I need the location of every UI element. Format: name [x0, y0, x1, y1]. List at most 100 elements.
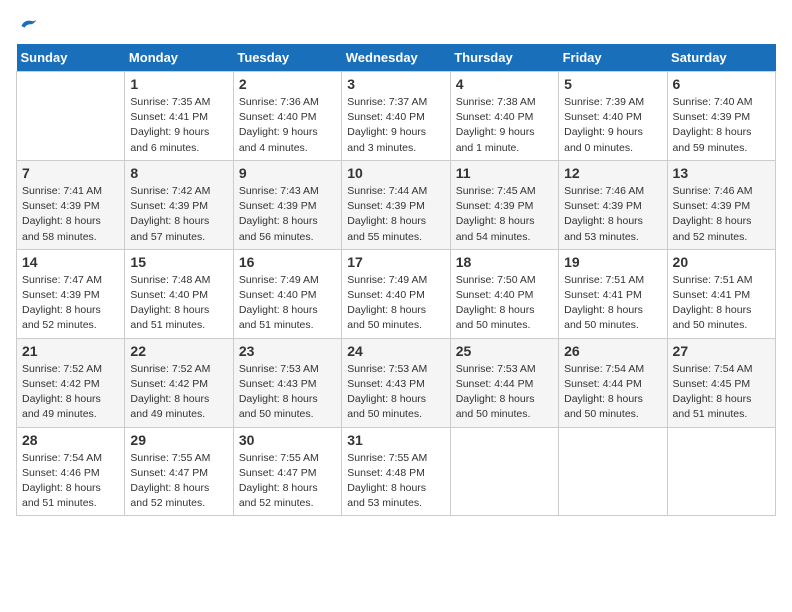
calendar-cell — [17, 72, 125, 161]
calendar-cell: 2 Sunrise: 7:36 AM Sunset: 4:40 PM Daylig… — [233, 72, 341, 161]
day-info: Sunrise: 7:52 AM Sunset: 4:42 PM Dayligh… — [130, 362, 227, 423]
day-number: 25 — [456, 343, 553, 359]
day-info: Sunrise: 7:38 AM Sunset: 4:40 PM Dayligh… — [456, 95, 553, 156]
calendar-cell: 20Sunrise: 7:51 AM Sunset: 4:41 PM Dayli… — [667, 249, 775, 338]
day-info: Sunrise: 7:37 AM Sunset: 4:40 PM Dayligh… — [347, 95, 444, 156]
day-info: Sunrise: 7:48 AM Sunset: 4:40 PM Dayligh… — [130, 273, 227, 334]
calendar-table: SundayMondayTuesdayWednesdayThursdayFrid… — [16, 44, 776, 516]
calendar-cell: 28 Sunrise: 7:54 AM Sunset: 4:46 PM Dayli… — [17, 427, 125, 516]
calendar-cell: 30 Sunrise: 7:55 AM Sunset: 4:47 PM Dayli… — [233, 427, 341, 516]
day-info: Sunrise: 7:41 AM Sunset: 4:39 PM Dayligh… — [22, 184, 119, 245]
day-info: Sunrise: 7:46 AM Sunset: 4:39 PM Dayligh… — [673, 184, 770, 245]
calendar-cell: 4 Sunrise: 7:38 AM Sunset: 4:40 PM Daylig… — [450, 72, 558, 161]
header-sunday: Sunday — [17, 44, 125, 72]
calendar-cell: 7 Sunrise: 7:41 AM Sunset: 4:39 PM Daylig… — [17, 160, 125, 249]
week-row-0: 1 Sunrise: 7:35 AM Sunset: 4:41 PM Daylig… — [17, 72, 776, 161]
day-info: Sunrise: 7:51 AM Sunset: 4:41 PM Dayligh… — [564, 273, 661, 334]
header-friday: Friday — [559, 44, 667, 72]
calendar-cell: 12 Sunrise: 7:46 AM Sunset: 4:39 PM Dayli… — [559, 160, 667, 249]
day-info: Sunrise: 7:55 AM Sunset: 4:48 PM Dayligh… — [347, 451, 444, 512]
day-number: 2 — [239, 76, 336, 92]
day-number: 26 — [564, 343, 661, 359]
day-info: Sunrise: 7:53 AM Sunset: 4:44 PM Dayligh… — [456, 362, 553, 423]
calendar-cell: 15 Sunrise: 7:48 AM Sunset: 4:40 PM Dayli… — [125, 249, 233, 338]
day-info: Sunrise: 7:43 AM Sunset: 4:39 PM Dayligh… — [239, 184, 336, 245]
calendar-cell — [667, 427, 775, 516]
calendar-cell: 23Sunrise: 7:53 AM Sunset: 4:43 PM Dayli… — [233, 338, 341, 427]
calendar-cell: 1 Sunrise: 7:35 AM Sunset: 4:41 PM Daylig… — [125, 72, 233, 161]
calendar-cell: 26 Sunrise: 7:54 AM Sunset: 4:44 PM Dayli… — [559, 338, 667, 427]
day-number: 30 — [239, 432, 336, 448]
page-header — [16, 16, 776, 32]
header-saturday: Saturday — [667, 44, 775, 72]
calendar-cell: 6 Sunrise: 7:40 AM Sunset: 4:39 PM Daylig… — [667, 72, 775, 161]
day-info: Sunrise: 7:35 AM Sunset: 4:41 PM Dayligh… — [130, 95, 227, 156]
day-number: 29 — [130, 432, 227, 448]
day-number: 22 — [130, 343, 227, 359]
header-thursday: Thursday — [450, 44, 558, 72]
calendar-cell: 5Sunrise: 7:39 AM Sunset: 4:40 PM Daylig… — [559, 72, 667, 161]
calendar-cell — [559, 427, 667, 516]
day-number: 13 — [673, 165, 770, 181]
day-info: Sunrise: 7:46 AM Sunset: 4:39 PM Dayligh… — [564, 184, 661, 245]
day-number: 17 — [347, 254, 444, 270]
calendar-cell: 27 Sunrise: 7:54 AM Sunset: 4:45 PM Dayli… — [667, 338, 775, 427]
week-row-2: 14 Sunrise: 7:47 AM Sunset: 4:39 PM Dayli… — [17, 249, 776, 338]
day-info: Sunrise: 7:44 AM Sunset: 4:39 PM Dayligh… — [347, 184, 444, 245]
calendar-cell: 22 Sunrise: 7:52 AM Sunset: 4:42 PM Dayli… — [125, 338, 233, 427]
day-number: 16 — [239, 254, 336, 270]
day-number: 19 — [564, 254, 661, 270]
day-info: Sunrise: 7:55 AM Sunset: 4:47 PM Dayligh… — [239, 451, 336, 512]
day-info: Sunrise: 7:49 AM Sunset: 4:40 PM Dayligh… — [347, 273, 444, 334]
calendar-cell: 25 Sunrise: 7:53 AM Sunset: 4:44 PM Dayli… — [450, 338, 558, 427]
day-info: Sunrise: 7:49 AM Sunset: 4:40 PM Dayligh… — [239, 273, 336, 334]
calendar-cell: 13 Sunrise: 7:46 AM Sunset: 4:39 PM Dayli… — [667, 160, 775, 249]
day-number: 8 — [130, 165, 227, 181]
calendar-cell: 9 Sunrise: 7:43 AM Sunset: 4:39 PM Daylig… — [233, 160, 341, 249]
week-row-4: 28 Sunrise: 7:54 AM Sunset: 4:46 PM Dayli… — [17, 427, 776, 516]
week-row-3: 21 Sunrise: 7:52 AM Sunset: 4:42 PM Dayli… — [17, 338, 776, 427]
day-number: 4 — [456, 76, 553, 92]
day-info: Sunrise: 7:54 AM Sunset: 4:44 PM Dayligh… — [564, 362, 661, 423]
day-number: 20 — [673, 254, 770, 270]
day-number: 23 — [239, 343, 336, 359]
day-info: Sunrise: 7:54 AM Sunset: 4:45 PM Dayligh… — [673, 362, 770, 423]
day-info: Sunrise: 7:47 AM Sunset: 4:39 PM Dayligh… — [22, 273, 119, 334]
calendar-cell: 31 Sunrise: 7:55 AM Sunset: 4:48 PM Dayli… — [342, 427, 450, 516]
day-number: 9 — [239, 165, 336, 181]
day-number: 14 — [22, 254, 119, 270]
day-number: 10 — [347, 165, 444, 181]
day-number: 6 — [673, 76, 770, 92]
day-number: 3 — [347, 76, 444, 92]
calendar-cell: 17 Sunrise: 7:49 AM Sunset: 4:40 PM Dayli… — [342, 249, 450, 338]
day-number: 7 — [22, 165, 119, 181]
day-info: Sunrise: 7:42 AM Sunset: 4:39 PM Dayligh… — [130, 184, 227, 245]
day-number: 18 — [456, 254, 553, 270]
day-number: 21 — [22, 343, 119, 359]
calendar-cell: 21 Sunrise: 7:52 AM Sunset: 4:42 PM Dayli… — [17, 338, 125, 427]
day-number: 15 — [130, 254, 227, 270]
day-info: Sunrise: 7:52 AM Sunset: 4:42 PM Dayligh… — [22, 362, 119, 423]
day-number: 24 — [347, 343, 444, 359]
day-number: 31 — [347, 432, 444, 448]
day-info: Sunrise: 7:39 AM Sunset: 4:40 PM Dayligh… — [564, 95, 661, 156]
calendar-cell — [450, 427, 558, 516]
day-info: Sunrise: 7:55 AM Sunset: 4:47 PM Dayligh… — [130, 451, 227, 512]
calendar-cell: 14 Sunrise: 7:47 AM Sunset: 4:39 PM Dayli… — [17, 249, 125, 338]
day-number: 12 — [564, 165, 661, 181]
calendar-cell: 10 Sunrise: 7:44 AM Sunset: 4:39 PM Dayli… — [342, 160, 450, 249]
day-info: Sunrise: 7:53 AM Sunset: 4:43 PM Dayligh… — [347, 362, 444, 423]
day-info: Sunrise: 7:40 AM Sunset: 4:39 PM Dayligh… — [673, 95, 770, 156]
day-number: 27 — [673, 343, 770, 359]
day-number: 28 — [22, 432, 119, 448]
day-number: 1 — [130, 76, 227, 92]
day-info: Sunrise: 7:50 AM Sunset: 4:40 PM Dayligh… — [456, 273, 553, 334]
day-info: Sunrise: 7:54 AM Sunset: 4:46 PM Dayligh… — [22, 451, 119, 512]
day-info: Sunrise: 7:36 AM Sunset: 4:40 PM Dayligh… — [239, 95, 336, 156]
calendar-header-row: SundayMondayTuesdayWednesdayThursdayFrid… — [17, 44, 776, 72]
calendar-cell: 3 Sunrise: 7:37 AM Sunset: 4:40 PM Daylig… — [342, 72, 450, 161]
calendar-cell: 18 Sunrise: 7:50 AM Sunset: 4:40 PM Dayli… — [450, 249, 558, 338]
calendar-cell: 16 Sunrise: 7:49 AM Sunset: 4:40 PM Dayli… — [233, 249, 341, 338]
calendar-cell: 24 Sunrise: 7:53 AM Sunset: 4:43 PM Dayli… — [342, 338, 450, 427]
header-monday: Monday — [125, 44, 233, 72]
